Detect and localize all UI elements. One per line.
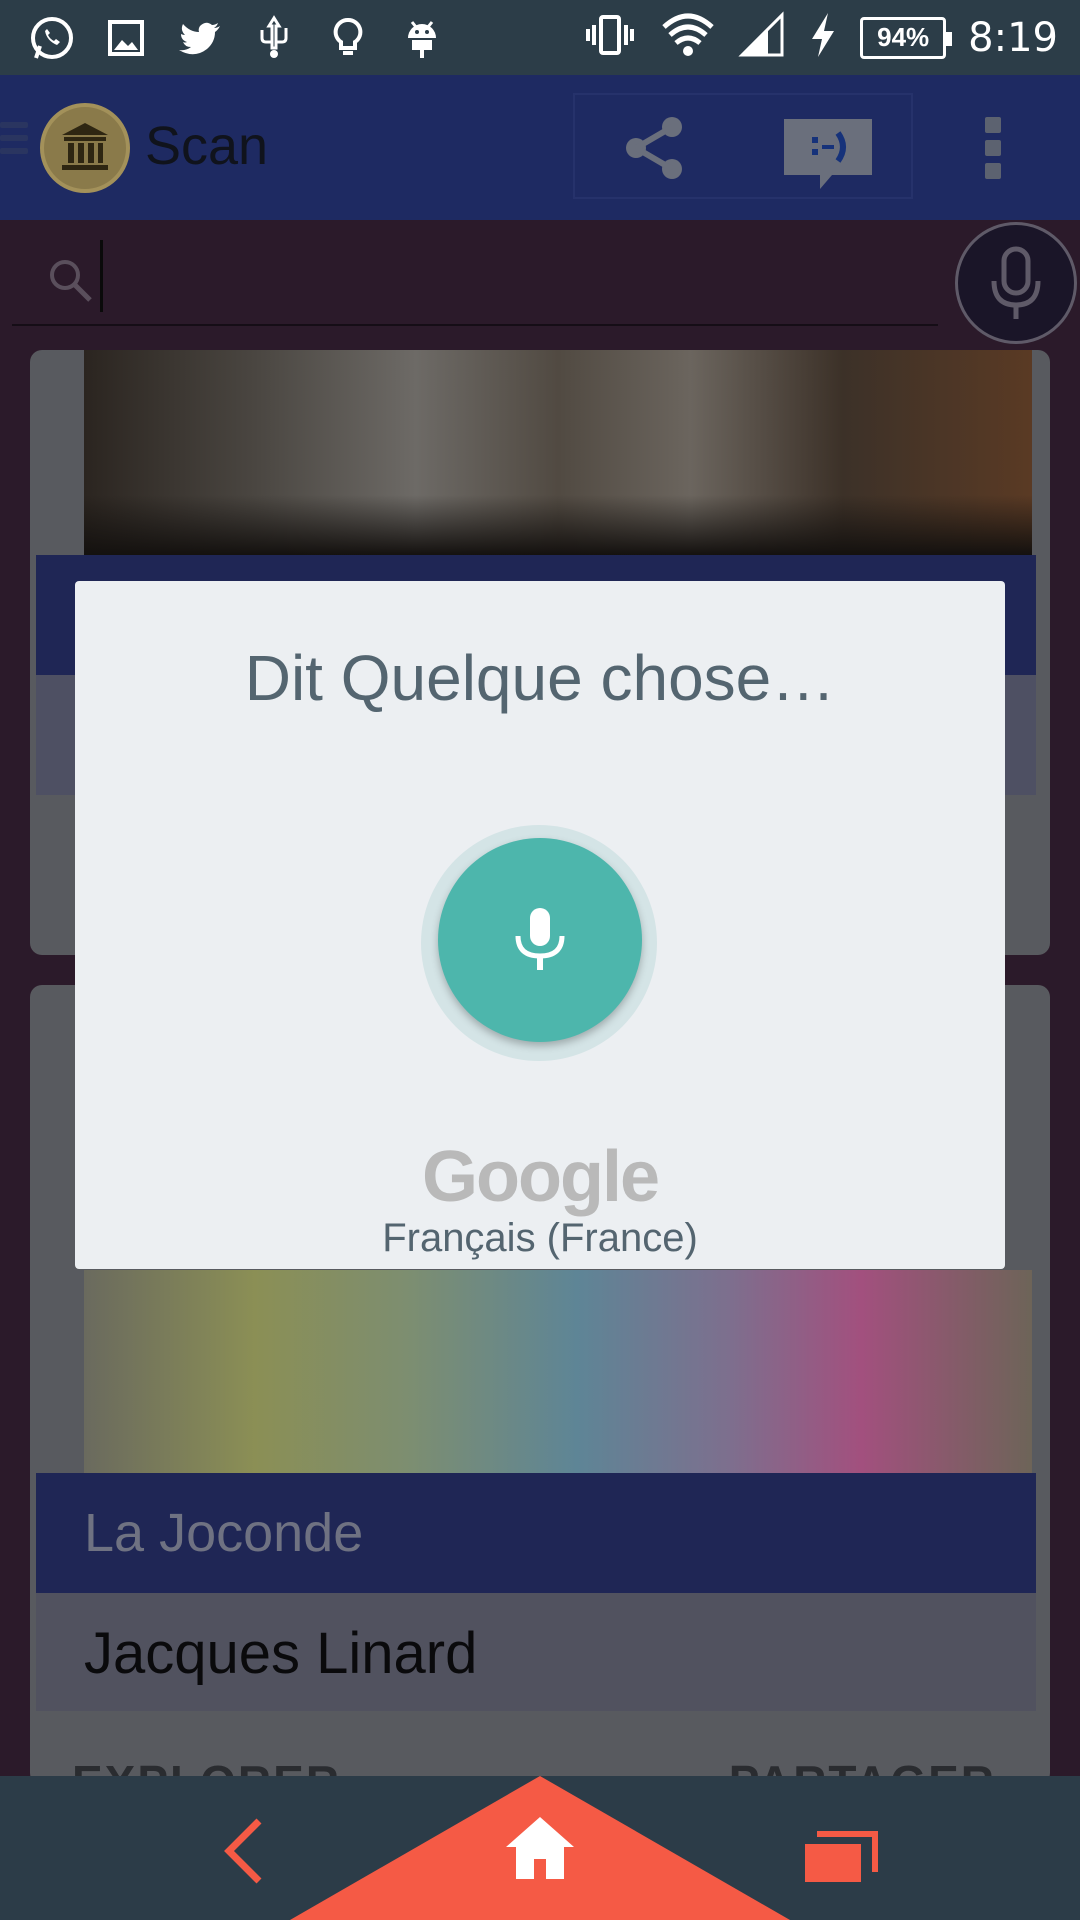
menu-icon[interactable]: [0, 122, 28, 162]
search-icon: [44, 254, 96, 306]
vibrate-icon: [582, 11, 638, 64]
overflow-icon[interactable]: [985, 117, 1007, 179]
microphone-icon: [515, 908, 565, 970]
google-logo: Google: [422, 1137, 660, 1217]
artwork-image[interactable]: [84, 1270, 1032, 1475]
card-subtitle: Jacques Linard: [84, 1621, 478, 1686]
status-bar: 94% 8:19: [0, 0, 1080, 75]
back-icon[interactable]: [215, 1815, 275, 1887]
page-title: Scan: [145, 116, 269, 176]
card-title: La Joconde: [84, 1503, 364, 1563]
share-icon[interactable]: [620, 113, 690, 183]
home-icon[interactable]: [502, 1813, 578, 1883]
voice-input-dialog[interactable]: Dit Quelque chose… Google Français (Fran…: [75, 581, 1005, 1269]
artwork-image[interactable]: [84, 350, 1032, 555]
wifi-icon: [660, 11, 716, 64]
charging-icon: [808, 11, 838, 64]
clock: 8:19: [968, 14, 1058, 61]
gallery-icon: [102, 14, 150, 62]
android-icon: [398, 14, 446, 62]
twitter-icon: [176, 14, 224, 62]
chat-icon[interactable]: [780, 115, 876, 191]
lightbulb-icon: [324, 14, 372, 62]
voice-mic-button[interactable]: [438, 838, 642, 1042]
signal-icon: [738, 11, 786, 64]
usb-icon: [250, 14, 298, 62]
battery-indicator: 94%: [860, 16, 953, 59]
battery-percent: 94%: [877, 22, 930, 52]
search-input[interactable]: [12, 240, 938, 326]
recent-apps-icon[interactable]: [803, 1830, 878, 1885]
language-label[interactable]: Français (France): [75, 1216, 1005, 1261]
text-cursor: [100, 240, 103, 312]
museum-logo-icon[interactable]: [40, 103, 130, 193]
whatsapp-icon: [28, 14, 76, 62]
dialog-prompt: Dit Quelque chose…: [244, 642, 836, 714]
mic-icon[interactable]: [955, 222, 1077, 344]
